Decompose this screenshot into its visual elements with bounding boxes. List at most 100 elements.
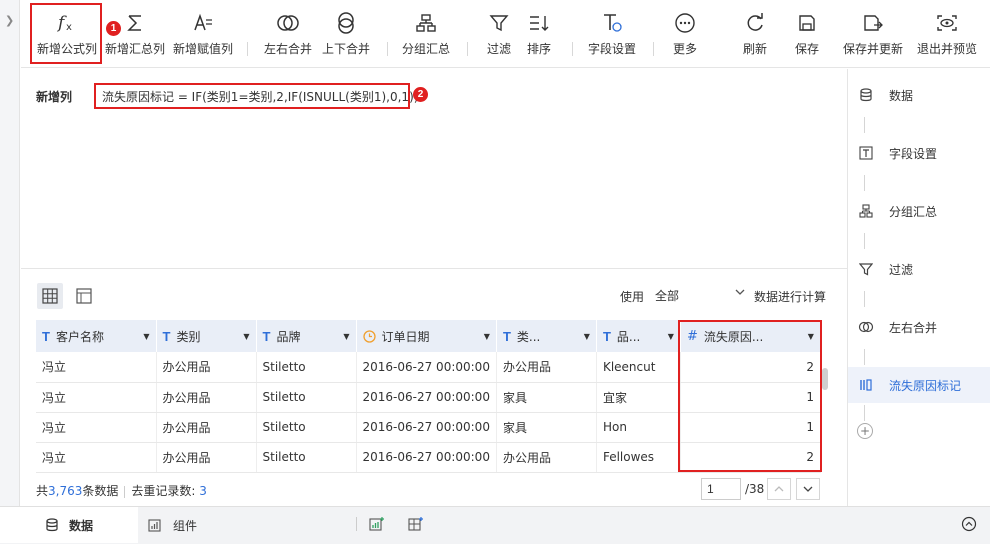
merge-up-down-button[interactable]: 上下合并: [317, 8, 375, 64]
table-cell: Stiletto: [256, 412, 357, 443]
merge-lr-icon: [851, 321, 881, 333]
chart-component-icon: [148, 518, 161, 532]
table-cell: Kleencut: [596, 352, 681, 383]
table-cell: 冯立: [36, 442, 157, 473]
layout-view-button[interactable]: [71, 283, 97, 309]
filter-button[interactable]: 过滤: [479, 8, 519, 64]
merge-left-right-button[interactable]: 左右合并: [259, 8, 317, 64]
more-icon: [674, 8, 696, 38]
table-cell: Fellowes: [596, 442, 681, 473]
caret-down-icon[interactable]: ▼: [668, 332, 674, 341]
calc-scope-select[interactable]: 全部: [651, 281, 746, 307]
column-header[interactable]: T 类别 ▼: [156, 320, 257, 352]
toolbar-divider: [572, 42, 573, 56]
vertical-scrollbar[interactable]: [822, 368, 828, 390]
column-header[interactable]: 订单日期 ▼: [356, 320, 497, 352]
sigma-icon: [125, 8, 145, 38]
step-churn-reason-flag[interactable]: 流失原因标记: [848, 367, 990, 403]
next-page-button[interactable]: [796, 478, 820, 500]
table-cell: Stiletto: [256, 352, 357, 383]
collapse-bottom-button[interactable]: [961, 516, 977, 532]
table-cell: 2016-06-27 00:00:00: [356, 412, 497, 443]
chevron-circle-up-icon: [961, 516, 977, 532]
more-label: 更多: [672, 42, 697, 56]
calc-scope-label: 使用: [620, 290, 645, 304]
toolbar: fx 新增公式列 新增汇总列 新增赋值列 左右合并 上下合并 分组汇总 过滤 排…: [21, 0, 990, 68]
add-chart-icon: [369, 517, 384, 531]
caret-down-icon[interactable]: ▼: [143, 332, 149, 341]
prev-page-button[interactable]: [767, 478, 791, 500]
more-button[interactable]: 更多: [665, 8, 705, 64]
group-summary-label: 分组汇总: [401, 42, 450, 56]
save-and-update-label: 保存并更新: [842, 42, 903, 56]
text-type-icon: T: [602, 328, 611, 344]
step-merge-left-right[interactable]: 左右合并: [848, 309, 990, 345]
table-cell: 办公用品: [156, 352, 257, 383]
left-collapse-strip[interactable]: ❯: [0, 0, 20, 506]
chevron-down-icon: [734, 286, 746, 301]
tab-data[interactable]: 数据: [0, 507, 138, 543]
tab-components[interactable]: 组件: [148, 507, 268, 543]
refresh-label: 刷新: [742, 42, 767, 56]
field-settings-button[interactable]: 字段设置: [581, 8, 643, 64]
merge-up-down-label: 上下合并: [321, 42, 370, 56]
exit-and-preview-button[interactable]: 退出并预览: [915, 8, 979, 64]
record-count: 3,763: [48, 484, 83, 498]
sort-button[interactable]: 排序: [519, 8, 559, 64]
table-cell: 冯立: [36, 352, 157, 383]
add-dashboard-button[interactable]: [408, 516, 424, 532]
step-connector: [864, 405, 865, 421]
add-assign-column-label: 新增赋值列: [172, 42, 233, 56]
save-button[interactable]: 保存: [787, 8, 827, 64]
step-filter[interactable]: 过滤: [848, 251, 990, 287]
table-cell: 2016-06-27 00:00:00: [356, 352, 497, 383]
table-cell: 办公用品: [496, 442, 597, 473]
merge-lr-icon: [276, 8, 300, 38]
grid-view-button[interactable]: [37, 283, 63, 309]
text-type-icon: T: [502, 328, 511, 344]
annotation-box-toolbar: [30, 3, 102, 64]
dedup-count: 3: [199, 484, 207, 498]
field-settings-icon: [601, 8, 623, 38]
refresh-icon: [744, 8, 766, 38]
step-field-settings[interactable]: 字段设置: [848, 135, 990, 171]
step-connector: [864, 117, 865, 133]
caret-down-icon[interactable]: ▼: [343, 332, 349, 341]
chevron-up-icon: [774, 486, 784, 492]
page-number-input[interactable]: [701, 478, 741, 500]
step-group-summary[interactable]: 分组汇总: [848, 193, 990, 229]
save-and-update-button[interactable]: 保存并更新: [841, 8, 905, 64]
table-cell: 宜家: [596, 382, 681, 413]
formula-title: 新增列: [36, 90, 73, 104]
chevron-down-icon: [803, 486, 813, 492]
add-summary-column-button[interactable]: 新增汇总列: [103, 8, 167, 64]
group-summary-button[interactable]: 分组汇总: [397, 8, 455, 64]
refresh-button[interactable]: 刷新: [735, 8, 775, 64]
save-label: 保存: [794, 42, 819, 56]
table-cell: 办公用品: [156, 382, 257, 413]
column-header[interactable]: T 客户名称 ▼: [36, 320, 157, 352]
add-component-button[interactable]: [369, 516, 385, 532]
step-data[interactable]: 数据: [848, 77, 990, 113]
bottom-tab-bar: 数据 组件: [0, 506, 990, 544]
table-cell: 家具: [496, 412, 597, 443]
caret-down-icon[interactable]: ▼: [584, 332, 590, 341]
add-assign-column-button[interactable]: 新增赋值列: [171, 8, 235, 64]
stats-divider: [124, 485, 126, 498]
caret-down-icon[interactable]: ▼: [484, 332, 490, 341]
text-type-icon: T: [42, 328, 50, 344]
annotation-box-formula: [94, 83, 410, 109]
column-header[interactable]: T 品牌 ▼: [256, 320, 357, 352]
field-settings-icon: [851, 146, 881, 160]
table-cell: Hon: [596, 412, 681, 443]
group-icon: [415, 8, 437, 38]
table-cell: 家具: [496, 382, 597, 413]
column-header[interactable]: T 类... ▼: [496, 320, 597, 352]
add-step-button[interactable]: +: [857, 423, 873, 439]
database-icon: [46, 518, 58, 532]
grid-icon: [42, 288, 58, 304]
filter-icon: [489, 8, 509, 38]
chevron-right-icon[interactable]: ❯: [5, 14, 14, 27]
column-header[interactable]: T 品... ▼: [596, 320, 681, 352]
caret-down-icon[interactable]: ▼: [243, 332, 249, 341]
